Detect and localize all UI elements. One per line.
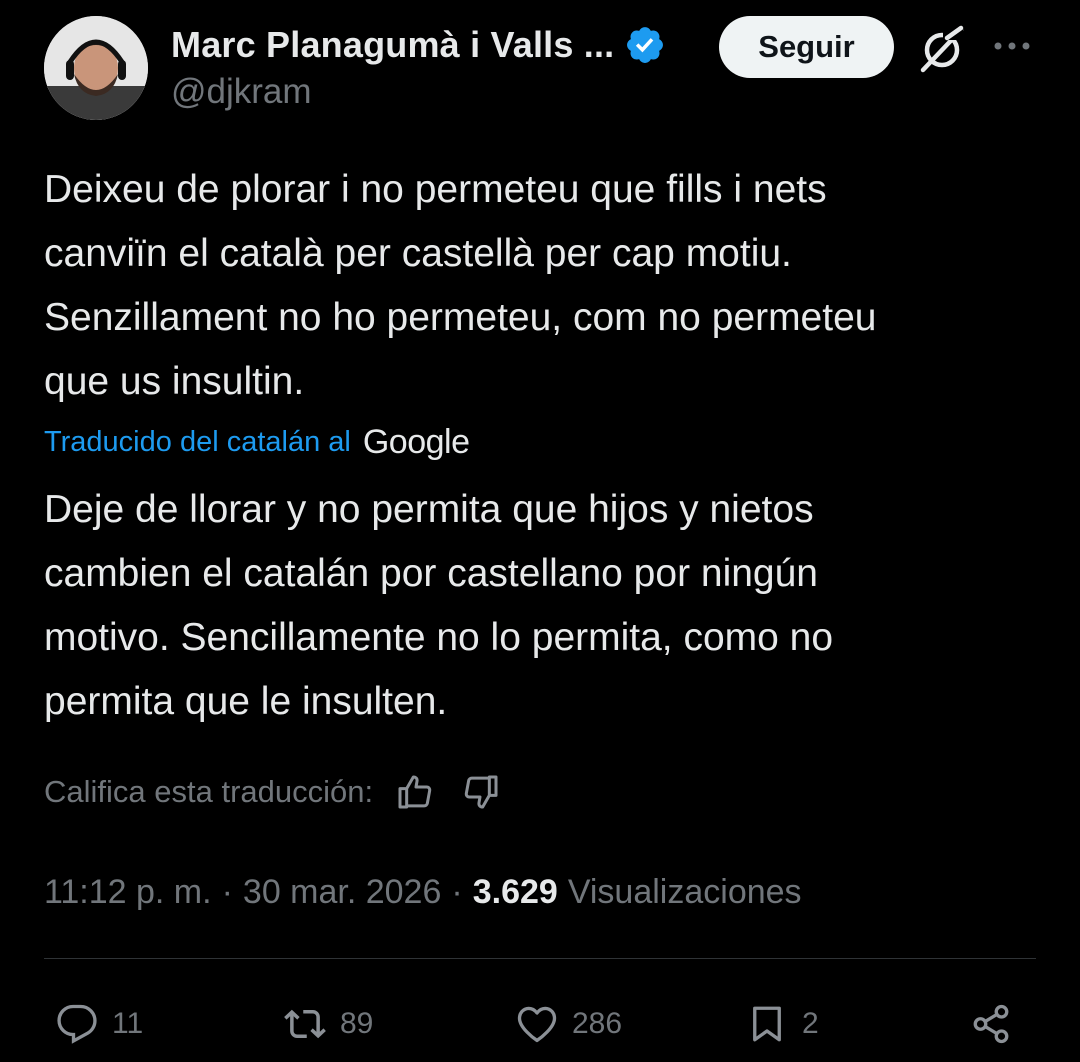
repost-count: 89: [340, 1007, 374, 1040]
follow-button[interactable]: Seguir: [719, 16, 894, 78]
rate-translation-row: Califica esta traducción:: [44, 766, 501, 818]
tweet-text: Deixeu de plorar i no permeteu que fills…: [44, 168, 877, 403]
like-button[interactable]: 286: [516, 996, 622, 1052]
thumbs-down-icon[interactable]: [461, 772, 501, 812]
grok-icon[interactable]: [917, 24, 967, 74]
author-name-row: Marc Planagumà i Valls ...: [171, 20, 666, 70]
google-logo: Google: [362, 422, 470, 461]
bookmark-icon: [753, 1006, 781, 1042]
translated-from-label[interactable]: Traducido del catalán al: [44, 426, 351, 459]
share-icon: [973, 1004, 1009, 1044]
more-options-icon[interactable]: [990, 30, 1034, 60]
avatar[interactable]: [44, 16, 148, 120]
rate-translation-label: Califica esta traducción:: [44, 774, 374, 809]
translation-text: Deje de llorar y no permita que hijos y …: [44, 488, 834, 723]
author-handle[interactable]: @djkram: [171, 72, 312, 112]
reply-button[interactable]: 11: [56, 996, 143, 1052]
meta-separator: ·: [451, 872, 463, 911]
bookmark-button[interactable]: 2: [746, 996, 819, 1052]
avatar-image: [44, 16, 148, 120]
bookmark-count: 2: [802, 1007, 819, 1040]
thumbs-up-icon[interactable]: [395, 772, 435, 812]
reply-icon: [57, 1004, 97, 1044]
verified-badge-icon[interactable]: [624, 24, 666, 66]
tweet-meta: 11:12 p. m. · 30 mar. 2026 · 3.629 Visua…: [44, 866, 802, 918]
tweet-time[interactable]: 11:12 p. m.: [44, 873, 212, 912]
reply-count: 11: [112, 1007, 144, 1040]
views-count: 3.629: [472, 872, 558, 911]
like-count: 286: [572, 1007, 623, 1040]
share-button[interactable]: [970, 996, 1026, 1052]
repost-icon: [284, 1009, 326, 1039]
meta-separator: ·: [221, 872, 233, 911]
tweet-date[interactable]: 30 mar. 2026: [243, 873, 441, 912]
repost-button[interactable]: 89: [284, 996, 373, 1052]
views-label: Visualizaciones: [567, 872, 802, 911]
heart-icon: [517, 1006, 557, 1043]
translation-attribution: Traducido del catalán al Google: [44, 418, 470, 466]
author-display-name[interactable]: Marc Planagumà i Valls ...: [171, 24, 614, 66]
divider: [44, 958, 1036, 959]
